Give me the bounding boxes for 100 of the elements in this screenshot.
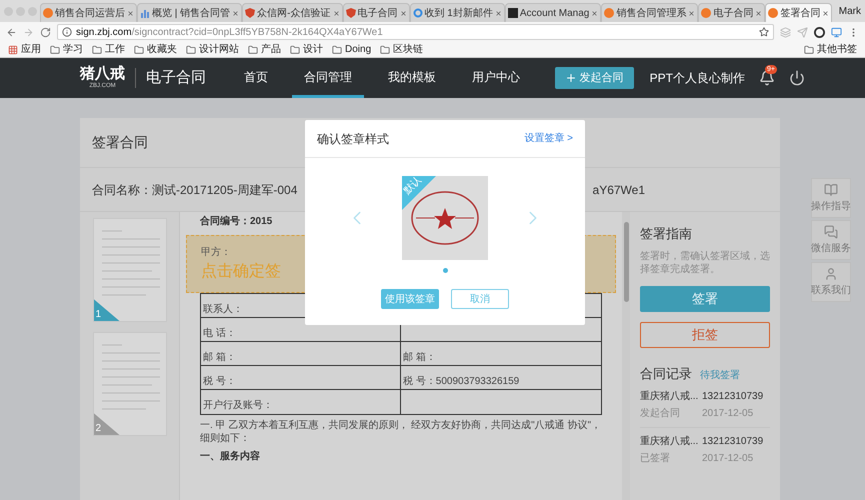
tab-title: 销售合同运营后	[55, 6, 125, 20]
record-action: 已签署	[640, 452, 671, 466]
chat-bubbles-icon	[824, 224, 838, 238]
sign-prompt: 点击确定签	[201, 262, 281, 282]
tab-title: 收到 1封新邮件	[424, 6, 493, 20]
record-party: 重庆猪八戒...	[640, 390, 700, 404]
browser-tab[interactable]: Account Manag	[504, 3, 602, 22]
nav-link[interactable]: 用户中心	[460, 58, 532, 98]
extension-screen-icon[interactable]	[831, 26, 842, 38]
scrollbar[interactable]	[624, 222, 628, 302]
info-icon[interactable]	[62, 27, 72, 37]
folder-icon	[50, 44, 60, 54]
browser-tab[interactable]: 众信网-众信验证	[242, 3, 342, 22]
folder-icon	[332, 44, 342, 54]
browser-tab[interactable]: 电子合同	[698, 3, 766, 22]
browser-tab[interactable]: 销售合同管理系	[601, 3, 698, 22]
tab-title: 电子合同	[358, 6, 398, 20]
bookmark-link[interactable]: 区块链	[393, 42, 424, 57]
close-icon[interactable]	[688, 10, 696, 16]
section-heading: 一、服务内容	[200, 449, 260, 464]
bookmark-link[interactable]: 应用	[21, 42, 41, 57]
tab-title: 概览 | 销售合同管	[152, 6, 230, 20]
reload-icon[interactable]	[40, 26, 51, 38]
nav-link[interactable]: 首页	[232, 58, 280, 98]
record-date: 2017-12-05	[702, 407, 754, 421]
table-cell: 税 号：	[203, 376, 236, 387]
bookmark-link[interactable]: 其他书签	[817, 42, 857, 57]
bookmark-link[interactable]: 设计	[303, 42, 323, 57]
tab-title: 销售合同管理系	[616, 6, 686, 20]
site-favicon-icon	[768, 8, 778, 18]
contract-id: aY67We1	[592, 182, 645, 198]
table-cell: 税 号：500903793326159	[403, 376, 520, 387]
close-icon[interactable]	[591, 10, 598, 16]
folder-icon	[380, 44, 390, 54]
page-title: 签署合同	[92, 133, 148, 152]
folder-icon	[186, 44, 196, 54]
guide-text: 签署时，需确认签署区域，选择签章完成签署。	[640, 250, 770, 276]
close-icon[interactable]	[332, 10, 340, 16]
table-cell: 联系人：	[203, 304, 243, 315]
bookmark-link[interactable]: 学习	[63, 42, 83, 57]
address-field[interactable]: sign.zbj.com/signcontract?cid=0npL3ff5YB758N-2k164QX4aY67We1	[57, 24, 774, 40]
browser-tab[interactable]: 签署合同	[765, 3, 832, 22]
stamp-settings-link[interactable]: 设置签章 >	[524, 131, 573, 146]
close-icon[interactable]	[400, 10, 406, 16]
shield-icon	[346, 8, 356, 18]
contract-name: 合同名称：测试-20171205-周建军-004	[92, 182, 298, 198]
power-icon[interactable]	[789, 70, 805, 86]
site-favicon-icon	[43, 8, 53, 18]
guide-title: 签署指南	[640, 225, 693, 243]
plus-icon	[564, 72, 577, 84]
browser-tab[interactable]: 电子合同	[342, 3, 410, 22]
back-icon[interactable]	[6, 26, 17, 38]
record-phone: 13212310739	[702, 390, 764, 404]
book-icon	[824, 182, 838, 196]
person-icon	[824, 266, 838, 280]
bookmark-link[interactable]: Doing	[345, 42, 372, 57]
folder-icon	[290, 44, 300, 54]
nav-link[interactable]: 合同管理	[292, 58, 364, 98]
url-text: sign.zbj.com/signcontract?cid=0npL3ff5YB758N-2k164QX4aY67We1	[76, 26, 383, 40]
bookmark-link[interactable]: 收藏夹	[147, 42, 177, 57]
browser-tab[interactable]: 收到 1封新邮件	[410, 3, 505, 22]
bookmark-star-icon[interactable]	[759, 27, 769, 37]
close-icon[interactable]	[494, 10, 502, 16]
record-date: 2017-12-05	[702, 452, 754, 466]
bookmark-link[interactable]: 设计网站	[199, 42, 239, 57]
site-favicon-icon	[604, 8, 614, 18]
close-icon[interactable]	[822, 10, 830, 16]
profile-name[interactable]: Mark	[838, 4, 861, 18]
party-label: 甲方：	[201, 246, 231, 260]
default-badge-text: 默认	[402, 176, 424, 197]
table-cell: 邮 箱：	[203, 352, 236, 363]
product-name: 电子合同	[146, 68, 206, 88]
close-icon[interactable]	[127, 10, 134, 16]
bookmark-link[interactable]: 工作	[105, 42, 125, 57]
page-number: 1	[96, 309, 102, 320]
bookmark-link[interactable]: 产品	[261, 42, 281, 57]
contract-paragraph: 一. 甲 乙双方本着互利互惠，共同发展的原则， 经双方友好协商，共同达成"八戒通 协议"，细则如下：	[200, 419, 602, 445]
record-phone: 13212310739	[702, 435, 764, 449]
folder-icon	[92, 44, 102, 54]
records-title: 合同记录	[640, 364, 692, 382]
ring-icon	[412, 8, 422, 18]
page-number: 2	[96, 423, 102, 434]
contract-number: 合同编号：2015	[200, 214, 272, 229]
user-name[interactable]: PPT个人良心制作	[650, 69, 745, 87]
nav-link[interactable]: 我的模板	[376, 58, 448, 98]
table-cell: 电 话：	[203, 328, 236, 339]
dialog-title: 确认签章样式	[317, 130, 389, 148]
browser-tab[interactable]: 销售合同运营后	[40, 3, 137, 22]
dark-favicon-icon	[508, 8, 518, 18]
close-icon[interactable]	[232, 10, 240, 16]
table-cell: 开户行及账号：	[203, 400, 273, 411]
table-cell: 邮 箱：	[403, 352, 436, 363]
browser-tab[interactable]: 概览 | 销售合同管	[137, 3, 242, 22]
folder-icon	[804, 44, 814, 54]
tab-title: 众信网-众信验证	[257, 6, 330, 20]
bell-icon[interactable]	[759, 70, 775, 86]
extension-ring-icon[interactable]	[814, 26, 825, 38]
logo-text[interactable]: 猪八戒	[80, 66, 125, 82]
close-icon[interactable]	[755, 10, 762, 16]
record-party: 重庆猪八戒...	[640, 434, 700, 449]
